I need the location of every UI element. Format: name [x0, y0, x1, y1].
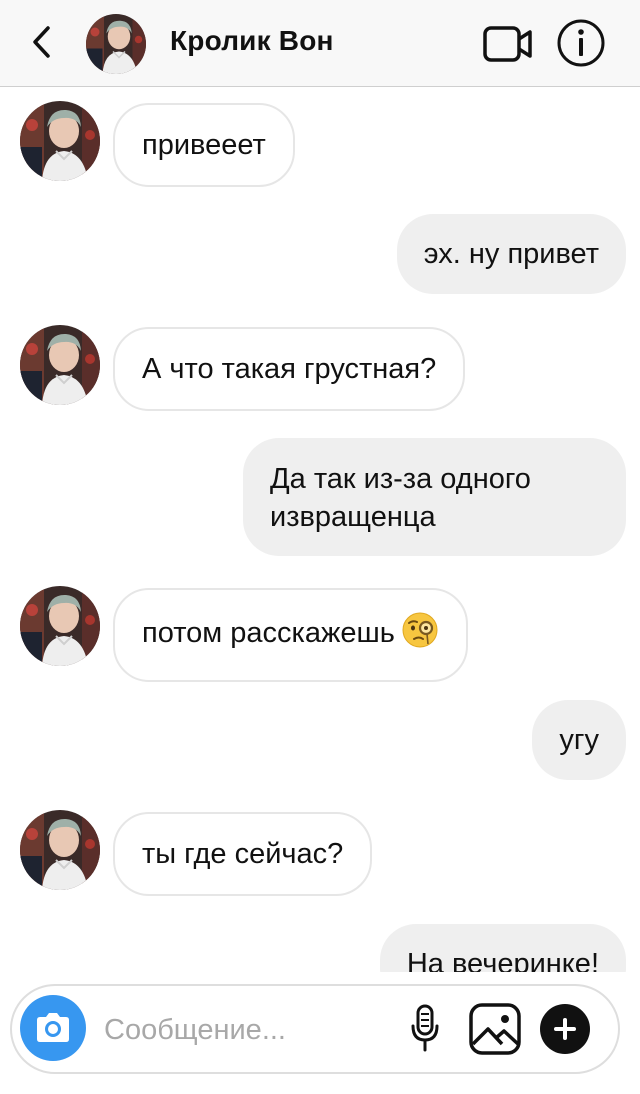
incoming-message[interactable]: привееет	[113, 103, 295, 187]
incoming-message[interactable]: А что такая грустная?	[113, 327, 466, 411]
face-with-monocle-emoji	[401, 611, 439, 659]
incoming-message[interactable]: потом расскажешь	[113, 588, 468, 682]
image-icon	[469, 1003, 521, 1055]
sender-avatar[interactable]	[20, 101, 100, 181]
message-input[interactable]	[104, 1008, 394, 1052]
chevron-left-icon	[33, 26, 50, 58]
sender-avatar[interactable]	[20, 810, 100, 890]
sender-avatar[interactable]	[20, 586, 100, 666]
plus-icon	[554, 1018, 576, 1040]
incoming-message[interactable]: ты где сейчас?	[113, 812, 373, 896]
message-text: эх. ну привет	[423, 238, 599, 270]
message-thread[interactable]: привееет эх. ну привет А что такая груст…	[0, 88, 640, 972]
message-text: потом расскажешь	[142, 617, 395, 649]
message-text: А что такая грустная?	[142, 353, 437, 385]
contact-name[interactable]: Кролик Вон	[170, 25, 334, 57]
info-button[interactable]	[556, 18, 606, 68]
info-icon	[557, 19, 605, 67]
sender-avatar[interactable]	[20, 325, 100, 405]
video-camera-icon	[483, 26, 532, 62]
microphone-icon	[411, 1004, 439, 1052]
outgoing-message[interactable]: эх. ну привет	[396, 214, 626, 294]
message-text: угу	[559, 724, 599, 756]
video-call-button[interactable]	[482, 22, 534, 66]
message-composer	[10, 984, 620, 1074]
message-text: На вечеринке!	[406, 948, 599, 972]
message-text: Да так из-за одного извращенца	[270, 463, 531, 533]
microphone-button[interactable]	[410, 1004, 440, 1054]
message-text: ты где сейчас?	[142, 838, 344, 870]
back-button[interactable]	[22, 22, 62, 62]
camera-icon	[37, 1013, 69, 1042]
more-actions-button[interactable]	[540, 1004, 590, 1054]
message-text: привееет	[142, 129, 266, 161]
chat-header: Кролик Вон	[0, 0, 640, 87]
camera-button[interactable]	[20, 995, 86, 1061]
contact-avatar[interactable]	[86, 14, 146, 74]
outgoing-message[interactable]: На вечеринке!	[379, 924, 626, 972]
outgoing-message[interactable]: угу	[532, 700, 626, 780]
gallery-button[interactable]	[468, 1002, 522, 1056]
outgoing-message[interactable]: Да так из-за одного извращенца	[243, 438, 626, 556]
